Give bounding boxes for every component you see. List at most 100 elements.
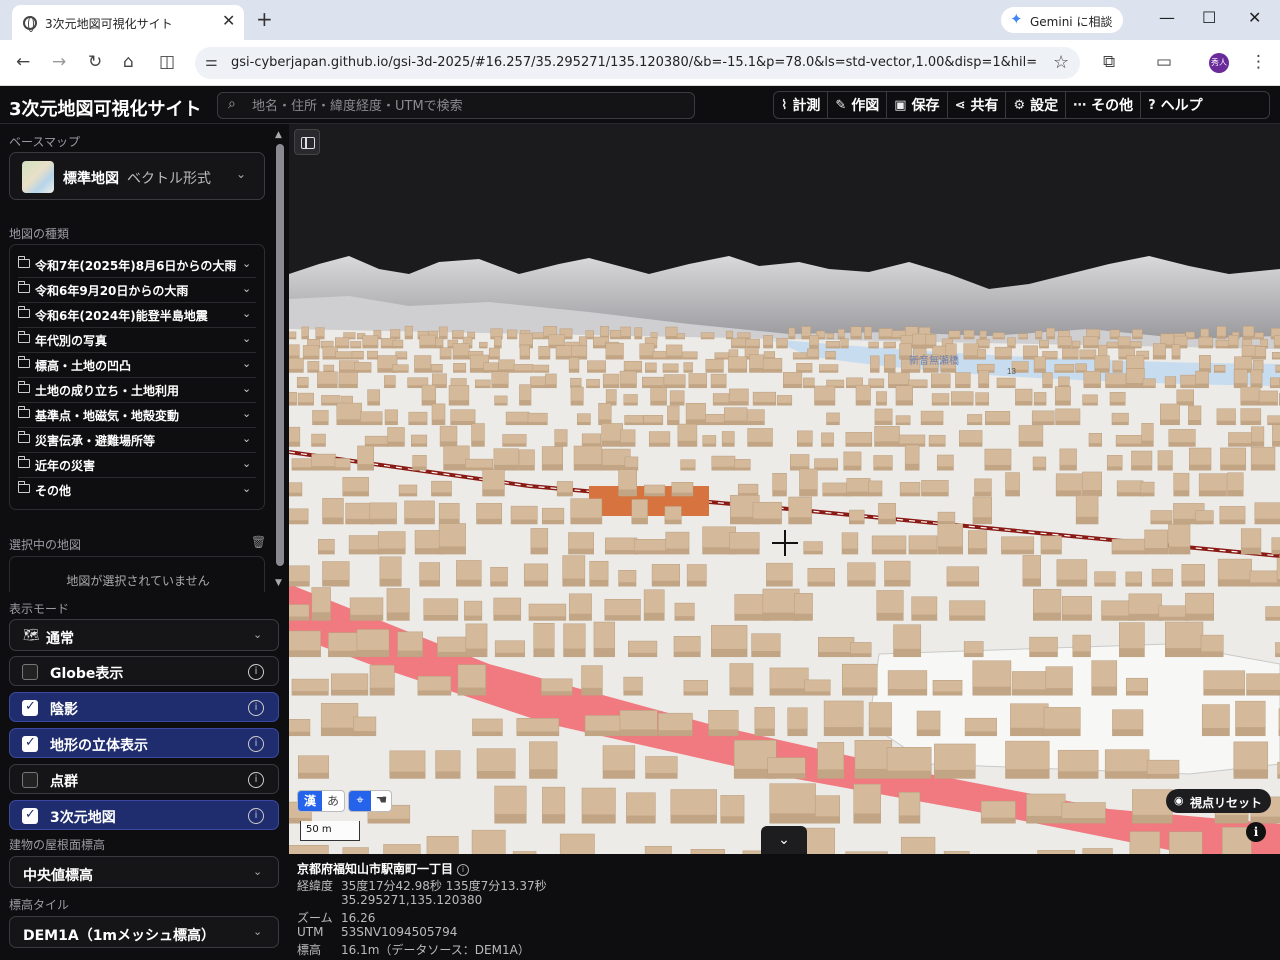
window-close-icon[interactable]: ✕	[1248, 8, 1261, 27]
basemap-selector[interactable]: 標準地図 ベクトル形式 ⌄	[9, 152, 265, 200]
menu-draw[interactable]: ✎ 作図	[828, 92, 888, 118]
close-tab-icon[interactable]: ✕	[222, 11, 235, 30]
scrollbar-thumb[interactable]	[276, 144, 284, 566]
maptype-item[interactable]: 近年の災害 ⌄	[18, 453, 256, 478]
building-side	[1158, 616, 1189, 621]
locate-icon[interactable]: ⌖	[349, 791, 371, 811]
building-side	[395, 357, 407, 360]
building-side	[878, 518, 896, 524]
scroll-down-icon[interactable]: ▼	[275, 578, 282, 588]
reload-icon[interactable]: ↻	[88, 52, 102, 72]
maptypes-list: 令和7年(2025年)8月6日からの大雨 ⌄ 令和6年9月20日からの大雨 ⌄ 令和…	[9, 244, 265, 510]
menu-label: 計測	[792, 98, 821, 114]
building-side	[940, 368, 956, 373]
building-side	[995, 356, 1012, 360]
avatar[interactable]: 秀人	[1209, 53, 1229, 73]
toggle-3d-map[interactable]: 3次元地図 i	[9, 800, 279, 830]
maptype-label: 令和6年9月20日からの大雨	[35, 284, 189, 298]
elevation-tile-select[interactable]: DEM1A（1mメッシュ標高） ⌄	[9, 916, 279, 948]
toggle-globe[interactable]: Globe表示 i	[9, 656, 279, 686]
checkbox[interactable]	[22, 699, 38, 716]
building-side	[1034, 402, 1047, 406]
info-icon[interactable]: i	[248, 664, 264, 680]
building-side	[1046, 336, 1055, 339]
maptype-item[interactable]: その他 ⌄	[18, 478, 256, 503]
building-side	[1072, 346, 1081, 349]
home-icon[interactable]: ⌂	[123, 52, 134, 72]
menu-settings[interactable]: ⚙ 設定	[1006, 92, 1067, 118]
info-icon[interactable]: i	[457, 864, 470, 876]
address-bar[interactable]: ⚌ gsi-cyberjapan.github.io/gsi-3d-2025/#…	[195, 47, 1080, 79]
toggle-hillshade[interactable]: 陰影 i	[9, 692, 279, 722]
maximize-icon[interactable]: ☐	[1202, 8, 1216, 27]
search-input[interactable]	[252, 96, 682, 116]
building-side	[568, 548, 594, 555]
browser-tab[interactable]: 3次元地図可視化サイト ✕	[12, 5, 244, 40]
sidebar: ベースマップ 標準地図 ベクトル形式 ⌄ 地図の種類 令和7年(2025年)8月…	[0, 124, 289, 960]
roof-elevation-select[interactable]: 中央値標高 ⌄	[9, 856, 279, 888]
checkbox[interactable]	[22, 772, 38, 788]
back-icon[interactable]: ←	[16, 52, 30, 72]
minimize-icon[interactable]: —	[1159, 8, 1175, 27]
building-side	[624, 422, 644, 425]
hand-icon[interactable]: ☚	[371, 791, 392, 811]
info-icon[interactable]: i	[248, 772, 264, 788]
hiragana-button[interactable]: あ	[322, 791, 344, 811]
building-side	[1181, 580, 1205, 587]
panel-toggle-icon[interactable]	[294, 129, 320, 155]
navigation-mode-toggle[interactable]: ⌖ ☚	[348, 790, 392, 812]
reset-view-button[interactable]: ◉ 視点リセット	[1166, 789, 1271, 813]
menu-save[interactable]: ▣ 保存	[887, 92, 948, 118]
attribution-info-icon[interactable]: i	[1246, 822, 1266, 842]
maptype-item[interactable]: 令和6年(2024年)能登半島地震 ⌄	[18, 303, 256, 328]
extensions-icon[interactable]: ⧉	[1103, 52, 1115, 72]
checkbox[interactable]	[22, 735, 38, 752]
basemap-format: ベクトル形式	[127, 171, 211, 187]
browser-menu-icon[interactable]: ⋮	[1250, 52, 1267, 72]
display-mode-select[interactable]: 🗺 通常 ⌄	[9, 619, 279, 651]
menu-measure[interactable]: ⌇ 計測	[774, 92, 829, 118]
kanji-button[interactable]: 漢	[298, 791, 322, 811]
help-icon: ?	[1148, 97, 1156, 113]
search-box[interactable]: ⌕	[217, 92, 695, 119]
maptype-item[interactable]: 災害伝承・避難場所等 ⌄	[18, 428, 256, 453]
scroll-up-icon[interactable]: ▲	[275, 130, 282, 140]
map-canvas[interactable]: 新音無瀬橋 13 漢 あ ⌖ ☚ 50 m ◉ 視点リセット i ⌄	[289, 124, 1280, 854]
building-side	[847, 580, 876, 587]
toggle-pointcloud[interactable]: 点群 i	[9, 764, 279, 794]
maptype-item[interactable]: 年代別の写真 ⌄	[18, 328, 256, 353]
split-view-icon[interactable]: ◫	[159, 52, 175, 72]
building-side	[494, 345, 502, 349]
checkbox[interactable]	[22, 664, 38, 680]
zoom-row: ズーム 16.26	[297, 909, 375, 926]
cast-icon[interactable]: ▭	[1156, 52, 1172, 72]
menu-share[interactable]: ⋖ 共有	[948, 92, 1007, 118]
checkbox[interactable]	[22, 807, 38, 824]
sidebar-scrollbar[interactable]: ▲ ▼	[274, 130, 286, 590]
toggle-terrain-3d[interactable]: 地形の立体表示 i	[9, 728, 279, 758]
menu-help[interactable]: ? ヘルプ	[1141, 92, 1210, 118]
new-tab-icon[interactable]: +	[256, 7, 273, 31]
info-icon[interactable]: i	[248, 808, 264, 824]
maptype-item[interactable]: 基準点・地磁気・地殻変動 ⌄	[18, 403, 256, 428]
label-language-toggle[interactable]: 漢 あ	[297, 790, 345, 812]
address-line: 京都府福知山市駅南町一丁目 i	[297, 860, 470, 877]
bookmark-star-icon[interactable]: ☆	[1053, 52, 1069, 73]
building-side	[826, 337, 834, 339]
collapse-info-button[interactable]: ⌄	[761, 826, 807, 854]
trash-icon[interactable]: 🗑	[251, 535, 266, 549]
forward-icon[interactable]: →	[52, 52, 66, 72]
maptype-item[interactable]: 令和6年9月20日からの大雨 ⌄	[18, 278, 256, 303]
building-side	[687, 580, 707, 587]
building-side	[574, 464, 602, 471]
info-icon[interactable]: i	[248, 700, 264, 716]
gemini-button[interactable]: ✦ Gemini に相談	[1001, 7, 1123, 33]
maptype-item[interactable]: 標高・土地の凹凸 ⌄	[18, 353, 256, 378]
info-icon[interactable]: i	[248, 736, 264, 752]
site-info-icon[interactable]: ⚌	[205, 54, 218, 70]
maptype-item[interactable]: 土地の成り立ち・土地利用 ⌄	[18, 378, 256, 403]
menu-more[interactable]: ⋯ その他	[1066, 92, 1142, 118]
building-side	[873, 466, 893, 471]
building-side	[854, 768, 892, 779]
maptype-item[interactable]: 令和7年(2025年)8月6日からの大雨 ⌄	[18, 253, 256, 278]
